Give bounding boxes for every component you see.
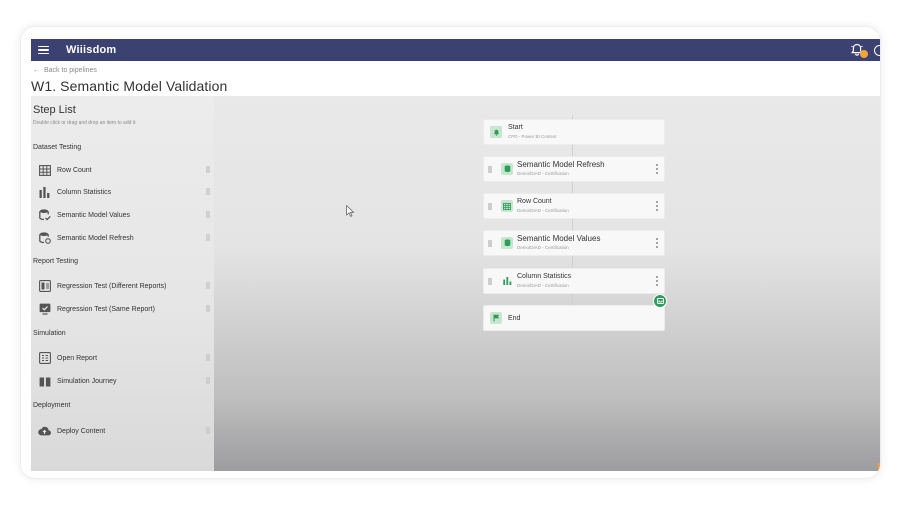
step-item-label: Semantic Model Refresh xyxy=(57,234,134,242)
step-item-label: Row Count xyxy=(57,166,92,174)
drag-handle-icon[interactable] xyxy=(488,203,492,210)
database-refresh-icon xyxy=(501,163,513,175)
section-simulation: Simulation xyxy=(33,330,66,337)
section-deployment: Deployment xyxy=(33,402,71,409)
section-dataset-testing: Dataset Testing xyxy=(33,144,82,151)
journey-icon xyxy=(38,375,51,388)
drag-handle-icon[interactable] xyxy=(206,234,210,241)
back-link-label: Back to pipelines xyxy=(44,67,97,74)
step-item-regression-test-different-reports[interactable]: Regression Test (Different Reports) xyxy=(38,278,210,294)
step-item-open-report[interactable]: Open Report xyxy=(38,350,210,366)
drag-handle-icon[interactable] xyxy=(206,282,210,289)
pipeline-node-start[interactable]: Start CPD - Power BI Context xyxy=(483,119,665,145)
node-title: Start xyxy=(508,124,523,131)
menu-icon[interactable] xyxy=(38,45,49,55)
table-icon xyxy=(501,200,513,212)
report-check-icon xyxy=(38,303,51,316)
node-subtitle: Demo/DIAD - Certification xyxy=(517,245,569,250)
back-to-pipelines-link[interactable]: ← Back to pipelines xyxy=(33,67,97,74)
step-item-label: Column Statistics xyxy=(57,188,112,196)
database-check-icon xyxy=(501,237,513,249)
step-item-label: Regression Test (Same Report) xyxy=(57,305,155,313)
more-options-icon[interactable] xyxy=(656,164,658,174)
open-report-icon xyxy=(38,352,51,365)
drag-handle-icon[interactable] xyxy=(206,377,210,384)
drag-handle-icon[interactable] xyxy=(206,354,210,361)
node-title: End xyxy=(508,315,521,322)
node-subtitle: Demo/DIAD - Certification xyxy=(517,171,569,176)
more-options-icon[interactable] xyxy=(656,276,658,286)
step-item-simulation-journey[interactable]: Simulation Journey xyxy=(38,373,210,389)
bar-chart-icon xyxy=(501,275,513,287)
user-avatar-icon[interactable] xyxy=(874,44,880,56)
drag-handle-icon[interactable] xyxy=(488,278,492,285)
more-options-icon[interactable] xyxy=(656,201,658,211)
drag-handle-icon[interactable] xyxy=(488,166,492,173)
step-item-label: Simulation Journey xyxy=(57,377,117,385)
drag-handle-icon[interactable] xyxy=(206,166,210,173)
step-item-label: Open Report xyxy=(57,354,98,362)
node-title: Semantic Model Refresh xyxy=(517,160,605,169)
node-title: Row Count xyxy=(517,198,552,205)
node-subtitle: Demo/DIAD - Certification xyxy=(517,208,569,213)
step-item-column-statistics[interactable]: Column Statistics xyxy=(38,184,210,200)
step-item-semantic-model-refresh[interactable]: Semantic Model Refresh xyxy=(38,230,210,246)
floating-widget-edge[interactable] xyxy=(878,463,880,470)
node-title: Semantic Model Values xyxy=(517,234,601,243)
step-item-label: Semantic Model Values xyxy=(57,211,131,219)
step-item-semantic-model-values[interactable]: Semantic Model Values xyxy=(38,207,210,223)
bar-chart-icon xyxy=(38,186,51,199)
cloud-upload-icon xyxy=(38,425,51,438)
step-item-row-count[interactable]: Row Count xyxy=(38,162,210,178)
step-list-hint: Double click or drag and drop an item to… xyxy=(33,120,137,126)
mouse-cursor-icon xyxy=(346,204,355,222)
top-navigation-bar: Wiiisdom xyxy=(31,39,880,61)
pipeline-node-column-statistics[interactable]: Column Statistics Demo/DIAD - Certificat… xyxy=(483,268,665,294)
table-icon xyxy=(38,164,51,177)
inbox-icon xyxy=(656,298,664,304)
pipeline-node-row-count[interactable]: Row Count Demo/DIAD - Certification xyxy=(483,193,665,219)
notification-badge xyxy=(860,50,868,58)
drag-handle-icon[interactable] xyxy=(206,211,210,218)
node-subtitle: CPD - Power BI Context xyxy=(508,134,557,139)
bell-icon xyxy=(490,126,502,138)
drag-handle-icon[interactable] xyxy=(206,305,210,312)
database-check-icon xyxy=(38,209,51,222)
flag-icon xyxy=(490,312,502,324)
drag-handle-icon[interactable] xyxy=(206,427,210,434)
app-window: Wiiisdom ← Back to pipelines W1. Semanti… xyxy=(21,27,880,478)
pipeline-node-semantic-model-refresh[interactable]: Semantic Model Refresh Demo/DIAD - Certi… xyxy=(483,156,665,182)
step-item-deploy-content[interactable]: Deploy Content xyxy=(38,423,210,439)
database-refresh-icon xyxy=(38,232,51,245)
more-options-icon[interactable] xyxy=(656,238,658,248)
step-list-panel: Step List Double click or drag and drop … xyxy=(31,96,214,471)
drag-handle-icon[interactable] xyxy=(488,240,492,247)
step-item-label: Regression Test (Different Reports) xyxy=(57,282,167,290)
notification-bell-icon[interactable] xyxy=(850,41,868,59)
pipeline-node-semantic-model-values[interactable]: Semantic Model Values Demo/DIAD - Certif… xyxy=(483,230,665,256)
page-title: W1. Semantic Model Validation xyxy=(31,78,228,94)
add-step-button[interactable] xyxy=(653,294,667,308)
brand-logo[interactable]: Wiiisdom xyxy=(66,44,116,56)
node-subtitle: Demo/DIAD - Certification xyxy=(517,283,569,288)
arrow-left-icon: ← xyxy=(33,67,40,74)
step-item-regression-test-same-report[interactable]: Regression Test (Same Report) xyxy=(38,301,210,317)
section-report-testing: Report Testing xyxy=(33,258,79,265)
drag-handle-icon[interactable] xyxy=(206,188,210,195)
step-item-label: Deploy Content xyxy=(57,427,106,435)
node-title: Column Statistics xyxy=(517,273,572,280)
pipeline-node-end[interactable]: End xyxy=(483,305,665,331)
report-compare-icon xyxy=(38,280,51,293)
step-list-title: Step List xyxy=(33,104,76,116)
